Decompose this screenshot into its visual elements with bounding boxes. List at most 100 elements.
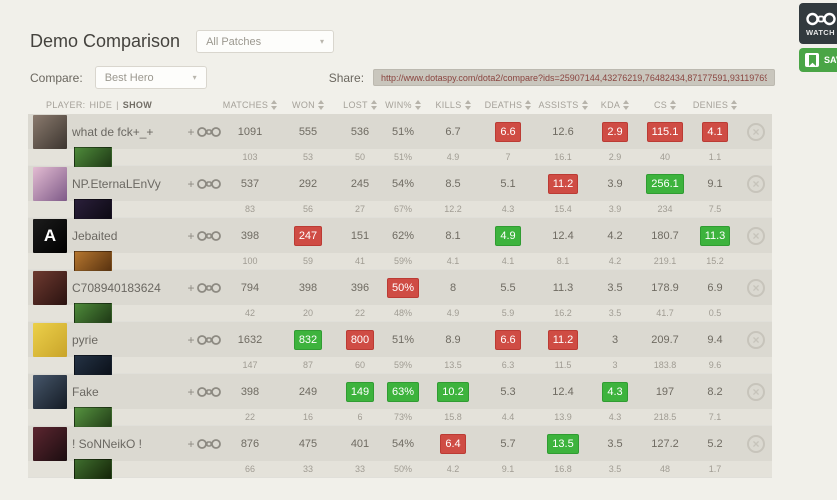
avatar[interactable] xyxy=(33,115,67,149)
compare-select-value: Best Hero xyxy=(105,72,154,84)
stat-assists: 13.5 xyxy=(547,434,578,454)
column-header-matches[interactable]: MATCHES xyxy=(224,100,276,110)
remove-player-button[interactable]: × xyxy=(747,175,765,193)
column-label: KDA xyxy=(601,100,620,110)
remove-player-button[interactable]: × xyxy=(747,435,765,453)
watch-toggle[interactable]: + xyxy=(184,386,224,398)
hero-stat-winpct: 51% xyxy=(394,152,412,162)
remove-player-button[interactable]: × xyxy=(747,123,765,141)
hero-stat-deaths: 4.3 xyxy=(502,204,515,214)
hero-stat-kda: 3.9 xyxy=(609,204,622,214)
header-separator: | xyxy=(116,100,119,110)
hero-stat-deaths: 7 xyxy=(505,152,510,162)
stat-cs: 256.1 xyxy=(646,174,684,194)
patch-select[interactable]: All Patches ▾ xyxy=(196,30,334,53)
player-name[interactable]: ! SoNNeikO ! xyxy=(72,437,142,451)
avatar[interactable] xyxy=(33,167,67,201)
stat-matches: 876 xyxy=(241,438,259,450)
watch-toggle[interactable]: + xyxy=(184,178,224,190)
sort-icon xyxy=(623,100,629,110)
player-block: A Jebaited + 398 247 151 62% 8.1 4 xyxy=(28,218,772,269)
column-header-kills[interactable]: KILLS xyxy=(426,100,480,110)
show-link[interactable]: SHOW xyxy=(123,100,152,110)
column-header-denies[interactable]: DENIES xyxy=(690,100,740,110)
stat-deaths: 5.5 xyxy=(500,282,515,294)
stat-won: 292 xyxy=(299,178,317,190)
hero-stat-winpct: 67% xyxy=(394,204,412,214)
watch-toggle[interactable]: + xyxy=(184,282,224,294)
avatar[interactable] xyxy=(33,427,67,461)
column-header-won[interactable]: WON xyxy=(276,100,340,110)
player-name[interactable]: what de fck+_+ xyxy=(72,125,153,139)
chevron-down-icon: ▾ xyxy=(320,37,324,46)
stat-won: 475 xyxy=(299,438,317,450)
hero-icon xyxy=(74,355,112,375)
page-title: Demo Comparison xyxy=(30,31,180,52)
stat-kda: 3 xyxy=(612,334,618,346)
hero-stat-kills: 4.9 xyxy=(447,152,460,162)
hero-stat-winpct: 59% xyxy=(394,256,412,266)
watch-toggle[interactable]: + xyxy=(184,230,224,242)
hero-stat-won: 87 xyxy=(303,360,313,370)
hero-icon xyxy=(74,147,112,167)
remove-player-button[interactable]: × xyxy=(747,279,765,297)
column-header-deaths[interactable]: DEATHS xyxy=(480,100,536,110)
compare-select[interactable]: Best Hero ▾ xyxy=(95,66,207,89)
hide-link[interactable]: HIDE xyxy=(89,100,112,110)
avatar[interactable] xyxy=(33,271,67,305)
column-label: CS xyxy=(654,100,667,110)
stat-cs: 209.7 xyxy=(651,334,679,346)
column-header-cs[interactable]: CS xyxy=(640,100,690,110)
column-header-kda[interactable]: KDA xyxy=(590,100,640,110)
stat-lost: 151 xyxy=(351,230,369,242)
binoculars-icon xyxy=(197,438,221,450)
avatar[interactable]: A xyxy=(33,219,67,253)
watch-list-button[interactable]: WATCH LIST xyxy=(799,3,837,44)
stat-assists: 12.4 xyxy=(552,230,573,242)
stat-denies: 11.3 xyxy=(700,226,731,246)
remove-player-button[interactable]: × xyxy=(747,383,765,401)
column-label: KILLS xyxy=(435,100,461,110)
binoculars-icon xyxy=(197,178,221,190)
player-row: ! SoNNeikO ! + 876 475 401 54% 6.4 5.7 1… xyxy=(28,426,772,461)
avatar[interactable] xyxy=(33,375,67,409)
stat-winpct: 63% xyxy=(387,382,419,402)
stat-winpct: 62% xyxy=(392,230,414,242)
hero-stat-lost: 41 xyxy=(355,256,365,266)
player-name[interactable]: C708940183624 xyxy=(72,281,161,295)
column-header-lost[interactable]: LOST xyxy=(340,100,380,110)
stat-kills: 10.2 xyxy=(437,382,468,402)
watch-toggle[interactable]: + xyxy=(184,126,224,138)
watch-toggle[interactable]: + xyxy=(184,334,224,346)
player-name[interactable]: pyrie xyxy=(72,333,98,347)
plus-icon: + xyxy=(187,282,194,294)
hero-stat-assists: 15.4 xyxy=(554,204,572,214)
remove-player-button[interactable]: × xyxy=(747,227,765,245)
hero-stat-cs: 40 xyxy=(660,152,670,162)
player-name[interactable]: Jebaited xyxy=(72,229,117,243)
player-block: ! SoNNeikO ! + 876 475 401 54% 6.4 5.7 1… xyxy=(28,426,772,477)
stat-lost: 800 xyxy=(346,330,374,350)
stat-cs: 115.1 xyxy=(647,122,684,142)
hero-stat-matches: 22 xyxy=(245,412,255,422)
stat-lost: 536 xyxy=(351,126,369,138)
save-button[interactable]: SAVE xyxy=(799,48,837,72)
sort-icon xyxy=(670,100,676,110)
player-name[interactable]: Fake xyxy=(72,385,99,399)
avatar[interactable] xyxy=(33,323,67,357)
share-url-input[interactable] xyxy=(373,69,775,86)
column-header-winpct[interactable]: WIN% xyxy=(380,100,426,110)
remove-player-button[interactable]: × xyxy=(747,331,765,349)
stat-assists: 11.3 xyxy=(553,282,574,294)
hero-icon xyxy=(74,407,112,427)
sort-icon xyxy=(731,100,737,110)
player-name[interactable]: NP.EternaLEnVy xyxy=(72,177,161,191)
stat-kills: 8 xyxy=(450,282,456,294)
watch-toggle[interactable]: + xyxy=(184,438,224,450)
column-header-assists[interactable]: ASSISTS xyxy=(536,100,590,110)
hero-stat-lost: 22 xyxy=(355,308,365,318)
hero-stat-denies: 15.2 xyxy=(706,256,724,266)
hero-stat-matches: 147 xyxy=(242,360,257,370)
stat-deaths: 5.7 xyxy=(500,438,515,450)
stat-winpct: 50% xyxy=(387,278,419,298)
